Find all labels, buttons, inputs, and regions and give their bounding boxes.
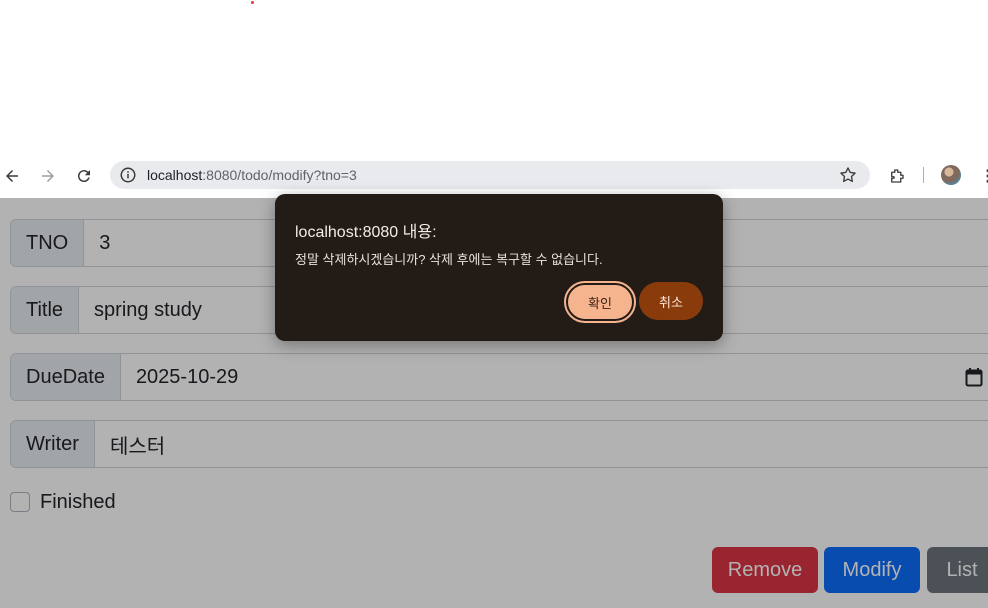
- extensions-puzzle-icon[interactable]: [887, 166, 907, 186]
- more-menu-icon[interactable]: [978, 166, 988, 186]
- browser-toolbar: localhost:8080/todo/modify?tno=3: [0, 153, 988, 198]
- forward-arrow-icon[interactable]: [38, 166, 58, 186]
- back-arrow-icon[interactable]: [2, 166, 22, 186]
- confirm-cancel-button[interactable]: 취소: [639, 282, 703, 320]
- toolbar-separator: [923, 167, 924, 183]
- confirm-dialog: localhost:8080 내용: 정말 삭제하시겠습니까? 삭제 후에는 복…: [275, 194, 723, 341]
- url-host: localhost: [147, 167, 203, 183]
- reload-icon[interactable]: [74, 166, 94, 186]
- confirm-ok-button[interactable]: 확인: [564, 281, 636, 323]
- site-info-icon[interactable]: [119, 166, 137, 184]
- bookmark-star-icon[interactable]: [838, 165, 858, 185]
- dialog-message: 정말 삭제하시겠습니까? 삭제 후에는 복구할 수 없습니다.: [295, 252, 603, 267]
- url-text: localhost:8080/todo/modify?tno=3: [147, 166, 357, 184]
- address-bar[interactable]: localhost:8080/todo/modify?tno=3: [110, 161, 870, 189]
- url-path: :8080/todo/modify?tno=3: [202, 167, 357, 183]
- dialog-title: localhost:8080 내용:: [295, 224, 437, 241]
- red-dot: [251, 1, 254, 4]
- profile-avatar[interactable]: [941, 165, 961, 185]
- page-top-blank: [0, 0, 988, 166]
